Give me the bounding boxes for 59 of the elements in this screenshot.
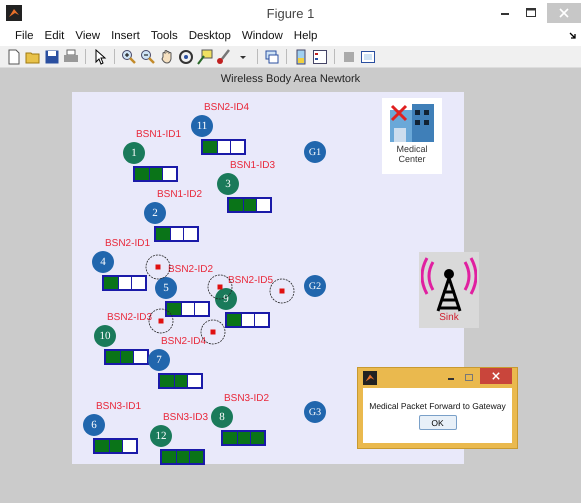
link-plot-icon[interactable] xyxy=(264,48,280,64)
node-label: BSN1-ID1 xyxy=(136,129,182,141)
node-label: BSN2-ID2 xyxy=(168,264,214,276)
close-button[interactable] xyxy=(480,368,512,384)
node-label: BSN1-ID2 xyxy=(157,189,202,201)
zoom-in-icon[interactable] xyxy=(121,48,137,64)
sensor-node: 7 xyxy=(148,349,170,371)
sensor-node: 8 xyxy=(211,406,233,428)
menu-item[interactable]: Tools xyxy=(146,30,184,42)
sensor-node: 4 xyxy=(92,251,114,273)
data-cursor-icon[interactable] xyxy=(197,48,213,64)
antenna-tower-icon xyxy=(421,256,477,312)
zoom-out-icon[interactable] xyxy=(140,48,156,64)
menu-item[interactable]: Insert xyxy=(106,30,146,42)
show-tools-icon[interactable] xyxy=(360,48,376,64)
sensor-node: 6 xyxy=(83,414,105,436)
menu-item[interactable]: Desktop xyxy=(184,30,237,42)
menu-item[interactable]: View xyxy=(70,30,106,42)
node-label: BSN3-ID3 xyxy=(163,412,208,424)
node-label: BSN2-ID4 xyxy=(204,102,250,114)
dialog-message: Medical Packet Forward to Gateway xyxy=(369,401,506,411)
gateway-node: G1 xyxy=(304,141,326,163)
dock-arrow-icon[interactable] xyxy=(569,32,577,40)
node-label: BSN2-ID5 xyxy=(228,275,274,287)
close-icon xyxy=(492,372,500,380)
menu-item[interactable]: Edit xyxy=(40,30,70,42)
menu-item[interactable]: Window xyxy=(236,30,289,42)
medical-center-label: Medical Center xyxy=(395,144,428,164)
legend-icon[interactable] xyxy=(312,48,328,64)
sensor-node: 3 xyxy=(217,173,239,195)
menu-item[interactable]: File xyxy=(10,30,40,42)
gateway-node: G3 xyxy=(304,401,326,423)
print-icon[interactable] xyxy=(63,48,79,64)
sensor-node: 2 xyxy=(144,202,166,224)
node-label: BSN1-ID3 xyxy=(230,160,276,172)
node-label: BSN3-ID1 xyxy=(96,401,142,413)
brush-icon[interactable] xyxy=(216,48,232,64)
window-title: Figure 1 xyxy=(266,6,316,20)
sensor-node: 9 xyxy=(215,288,237,310)
plot-title: Wireless Body Area Newtork xyxy=(220,73,360,87)
node-label: BSN3-ID2 xyxy=(224,393,270,405)
sensor-node: 12 xyxy=(150,425,172,447)
rotate-icon[interactable] xyxy=(178,48,194,64)
new-file-icon[interactable] xyxy=(6,48,22,64)
gateway-node: G2 xyxy=(304,275,326,297)
menu-item[interactable]: Help xyxy=(288,30,324,42)
sensor-node: 5 xyxy=(155,277,177,299)
sensor-node: 10 xyxy=(94,325,116,347)
close-icon xyxy=(559,8,569,18)
ok-button[interactable]: OK xyxy=(418,415,456,430)
app-logo-icon xyxy=(363,371,377,385)
sensor-node: 1 xyxy=(123,142,145,164)
save-icon[interactable] xyxy=(44,48,60,64)
app-logo-icon xyxy=(6,5,22,21)
node-label: BSN2-ID3 xyxy=(107,312,152,324)
sensor-node: 11 xyxy=(191,115,213,137)
sink-label: Sink xyxy=(439,312,459,323)
node-label: BSN2-ID1 xyxy=(105,238,150,250)
node-label: BSN2-ID4 xyxy=(161,336,206,348)
